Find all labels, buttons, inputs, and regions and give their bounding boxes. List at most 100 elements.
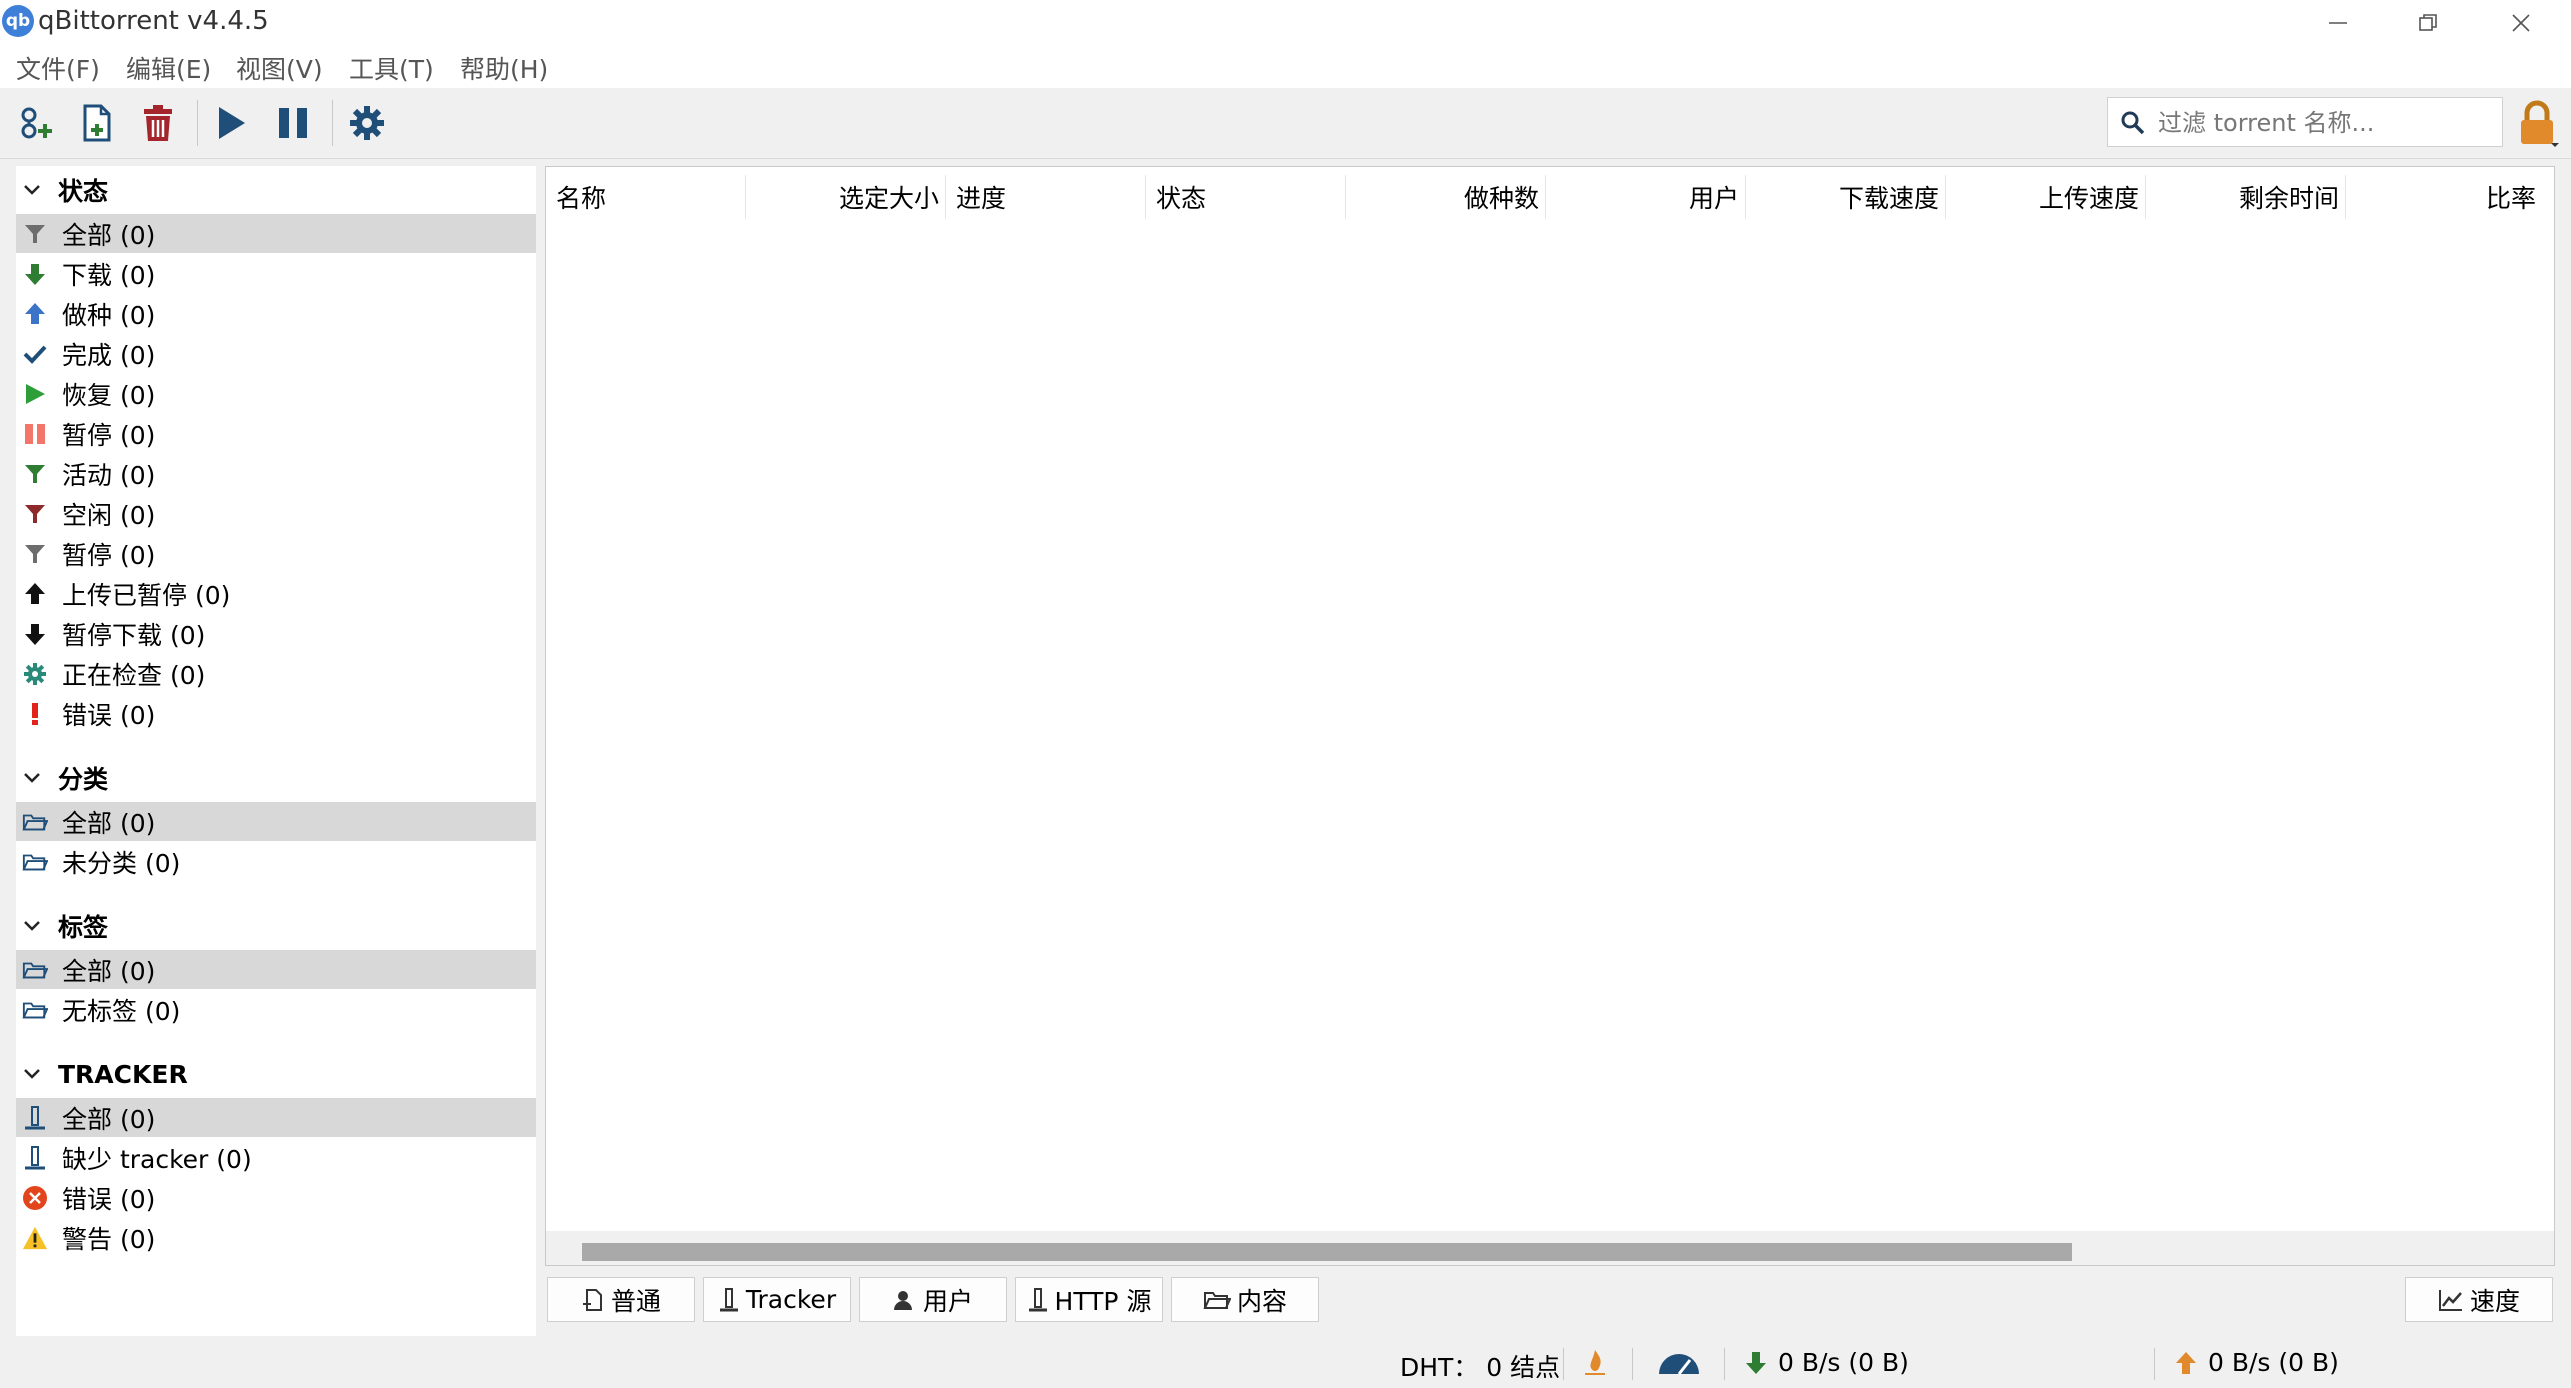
filter-tag-all[interactable]: 全部 (0)	[16, 950, 536, 989]
speed-graph-button[interactable]: 速度	[2405, 1277, 2553, 1322]
folder-icon	[22, 957, 48, 983]
chart-icon	[2438, 1289, 2462, 1311]
filter-tracker-trackerless[interactable]: 缺少 tracker (0)	[16, 1138, 536, 1177]
add-torrent-file-button[interactable]	[72, 98, 122, 148]
column-header-download-speed[interactable]: 下载速度	[1746, 175, 1946, 219]
menu-edit[interactable]: 编辑(E)	[126, 50, 211, 86]
tab-label: Tracker	[745, 1285, 837, 1314]
filter-status-seeding[interactable]: 做种 (0)	[16, 294, 536, 333]
tracker-icon	[719, 1287, 738, 1311]
column-header-size[interactable]: 选定大小	[746, 175, 946, 219]
list-item-label: 空闲 (0)	[62, 500, 156, 530]
filter-tracker-warning[interactable]: 警告 (0)	[16, 1218, 536, 1257]
filter-status-downloading[interactable]: 下载 (0)	[16, 254, 536, 293]
filter-tracker-error[interactable]: 错误 (0)	[16, 1178, 536, 1217]
restore-icon	[2419, 14, 2437, 31]
section-title: 标签	[58, 913, 109, 942]
menu-view[interactable]: 视图(V)	[236, 50, 323, 86]
section-header-trackers[interactable]: TRACKER	[16, 1056, 188, 1092]
filter-category-all[interactable]: 全部 (0)	[16, 802, 536, 841]
gear-icon	[350, 106, 384, 140]
toolbar-separator	[197, 100, 198, 146]
sidebar: 状态 全部 (0) 下载 (0) 做种 (0) 完成 (0) 恢复 (0) 暂停…	[16, 166, 536, 1336]
filter-status-stalled-downloading[interactable]: 暂停下载 (0)	[16, 614, 536, 653]
tab-content[interactable]: 内容	[1171, 1277, 1319, 1322]
alt-speed-button[interactable]	[1656, 1348, 1702, 1376]
delete-button[interactable]	[133, 98, 183, 148]
tab-general[interactable]: 普通	[547, 1277, 695, 1322]
document-icon	[582, 1288, 602, 1311]
column-header-progress[interactable]: 进度	[946, 175, 1146, 219]
list-item-label: 上传已暂停 (0)	[62, 580, 231, 610]
add-link-icon	[21, 107, 52, 139]
add-torrent-link-button[interactable]	[9, 98, 59, 148]
firewall-icon	[1585, 1350, 1605, 1375]
options-button[interactable]	[342, 98, 392, 148]
tab-http-sources[interactable]: HTTP 源	[1015, 1277, 1163, 1322]
play-icon	[219, 107, 245, 139]
column-header-upload-speed[interactable]: 上传速度	[1946, 175, 2146, 219]
torrent-table[interactable]: 名称 选定大小 进度 状态 做种数 用户 下载速度 上传速度 剩余时间 比率	[545, 166, 2555, 1266]
list-item-label: 全部 (0)	[62, 1104, 156, 1134]
search-input[interactable]	[2156, 106, 2490, 140]
dht-status: DHT： 0 结点	[1400, 1353, 1561, 1382]
download-speed-status[interactable]: 0 B/s (0 B)	[1744, 1348, 1909, 1377]
column-header-eta[interactable]: 剩余时间	[2146, 175, 2346, 219]
resume-button[interactable]	[206, 98, 256, 148]
speedometer-icon	[1659, 1354, 1699, 1375]
column-header-status[interactable]: 状态	[1146, 175, 1346, 219]
trash-icon	[144, 105, 172, 141]
filter-status-stalled-uploading[interactable]: 上传已暂停 (0)	[16, 574, 536, 613]
status-bar: DHT： 0 结点 0 B/s (0 B) 0 B/s (0 B)	[0, 1340, 2571, 1388]
list-item-label: 恢复 (0)	[62, 380, 156, 410]
horizontal-scrollbar[interactable]	[546, 1231, 2554, 1265]
filter-tracker-all[interactable]: 全部 (0)	[16, 1098, 536, 1137]
filter-status-checking[interactable]: 正在检查 (0)	[16, 654, 536, 693]
close-button[interactable]	[2476, 0, 2566, 46]
filter-status-resumed[interactable]: 恢复 (0)	[16, 374, 536, 413]
window-title: qBittorrent v4.4.5	[38, 6, 269, 36]
section-title: 分类	[58, 765, 109, 794]
menu-file[interactable]: 文件(F)	[16, 50, 100, 86]
pause-button[interactable]	[268, 98, 318, 148]
lock-icon	[2521, 100, 2559, 147]
tab-label: 用户	[922, 1286, 973, 1316]
filter-status-inactive[interactable]: 空闲 (0)	[16, 494, 536, 533]
column-header-seeds[interactable]: 做种数	[1346, 175, 1546, 219]
section-header-categories[interactable]: 分类	[16, 760, 108, 796]
list-item-label: 全部 (0)	[62, 220, 156, 250]
filter-status-all[interactable]: 全部 (0)	[16, 214, 536, 253]
list-item-label: 活动 (0)	[62, 460, 156, 490]
folder-icon	[22, 809, 48, 835]
filter-status-paused[interactable]: 暂停 (0)	[16, 414, 536, 453]
search-box	[2107, 97, 2503, 147]
filter-tag-untagged[interactable]: 无标签 (0)	[16, 990, 536, 1029]
tracker-icon	[1028, 1287, 1047, 1311]
menu-bar: 文件(F) 编辑(E) 视图(V) 工具(T) 帮助(H)	[0, 46, 2571, 88]
minimize-button[interactable]	[2293, 0, 2383, 46]
tab-label: HTTP 源	[1054, 1286, 1152, 1316]
menu-help[interactable]: 帮助(H)	[460, 50, 548, 86]
pause-icon	[279, 108, 307, 138]
column-header-peers[interactable]: 用户	[1546, 175, 1746, 219]
menu-tools[interactable]: 工具(T)	[349, 50, 434, 86]
filter-status-errored[interactable]: 错误 (0)	[16, 694, 536, 733]
section-header-status[interactable]: 状态	[16, 172, 108, 208]
filter-status-active[interactable]: 活动 (0)	[16, 454, 536, 493]
filter-status-completed[interactable]: 完成 (0)	[16, 334, 536, 373]
upload-speed-status[interactable]: 0 B/s (0 B)	[2174, 1348, 2339, 1377]
section-header-tags[interactable]: 标签	[16, 908, 108, 944]
scrollbar-thumb[interactable]	[582, 1243, 2072, 1261]
tab-peers[interactable]: 用户	[859, 1277, 1007, 1322]
error-icon	[22, 1185, 48, 1211]
lock-ui-button[interactable]	[2515, 100, 2559, 148]
column-header-name[interactable]: 名称	[554, 175, 746, 219]
column-header-ratio[interactable]: 比率	[2346, 175, 2546, 219]
chevron-down-icon	[24, 185, 40, 195]
filter-status-stalled[interactable]: 暂停 (0)	[16, 534, 536, 573]
connection-status-button[interactable]	[1583, 1348, 1607, 1376]
restore-button[interactable]	[2383, 0, 2473, 46]
filter-category-uncategorized[interactable]: 未分类 (0)	[16, 842, 536, 881]
list-item-label: 全部 (0)	[62, 956, 156, 986]
tab-trackers[interactable]: Tracker	[703, 1277, 851, 1322]
